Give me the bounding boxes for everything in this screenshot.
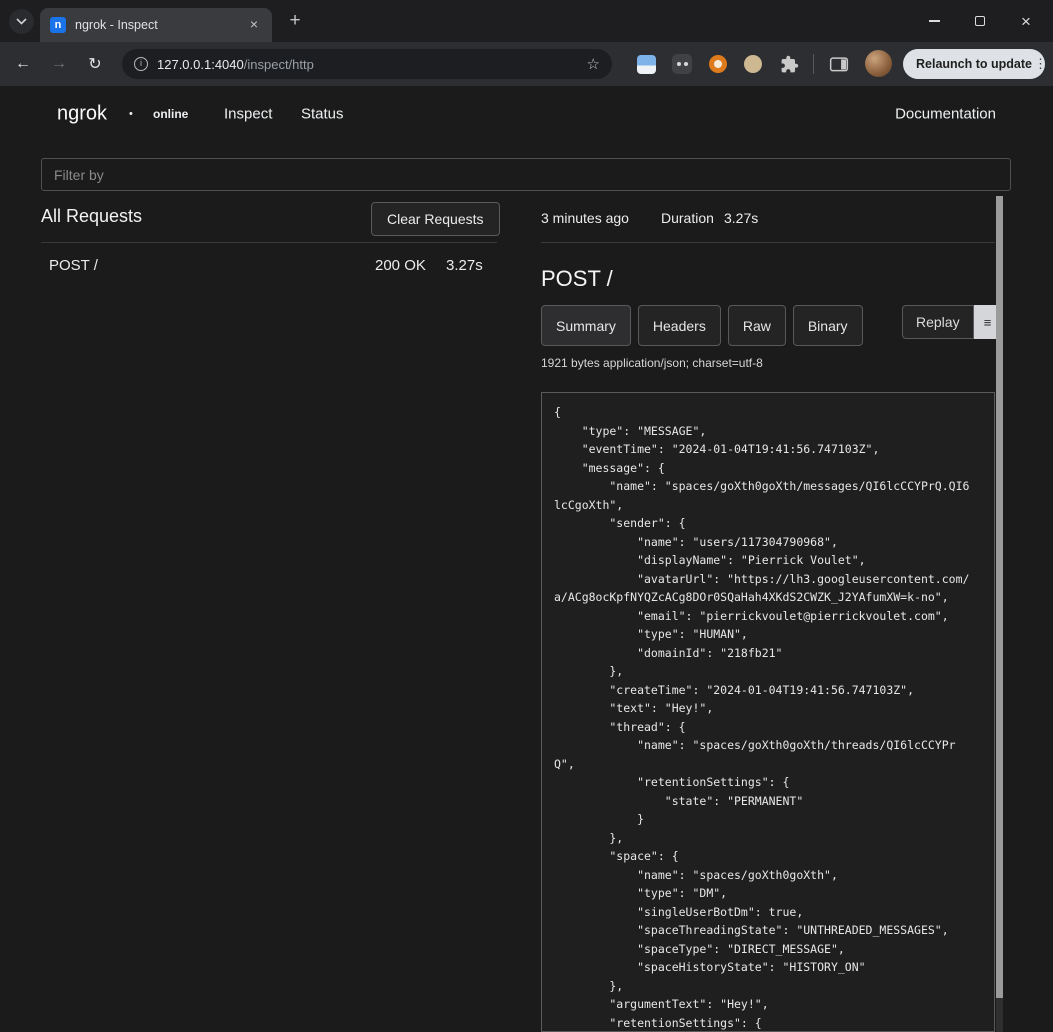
request-body-json: { "type": "MESSAGE", "eventTime": "2024-…: [554, 403, 982, 1032]
puzzle-icon: [780, 55, 799, 74]
address-bar[interactable]: i 127.0.0.1:4040/inspect/http ☆: [122, 49, 612, 79]
tab-raw[interactable]: Raw: [728, 305, 786, 346]
online-status-dot: •: [129, 108, 133, 120]
replay-options-icon: ≡: [984, 315, 992, 330]
reload-button[interactable]: ↻: [81, 50, 109, 78]
tab-search-button[interactable]: [9, 9, 34, 34]
request-body-block: { "type": "MESSAGE", "eventTime": "2024-…: [541, 392, 995, 1032]
site-info-icon[interactable]: i: [134, 57, 148, 71]
side-panel-icon: [829, 55, 849, 73]
replay-split-button: Replay ≡: [902, 305, 1002, 339]
tab-title: ngrok - Inspect: [75, 18, 246, 32]
right-panel-divider: [541, 242, 995, 243]
request-duration: 3.27s: [446, 257, 483, 274]
browser-window: n ngrok - Inspect × + × ← → ↻ i 127.0.0.…: [0, 0, 1053, 1032]
browser-tab-strip: n ngrok - Inspect × + ×: [0, 0, 1053, 42]
browser-tab[interactable]: n ngrok - Inspect ×: [40, 8, 272, 42]
documentation-link[interactable]: Documentation: [895, 105, 996, 122]
orange-ring-icon: [709, 55, 727, 73]
extension-photos-icon[interactable]: [634, 52, 658, 76]
forward-button[interactable]: →: [45, 50, 73, 78]
back-button[interactable]: ←: [9, 50, 37, 78]
maximize-icon: [975, 16, 985, 26]
url-path: /inspect/http: [244, 57, 314, 72]
maximize-button[interactable]: [957, 0, 1003, 42]
ngrok-logo: ngrok: [57, 102, 107, 125]
browser-menu-icon[interactable]: ⋮: [1032, 56, 1053, 72]
nav-status[interactable]: Status: [301, 105, 344, 122]
dark-glasses-icon: [672, 54, 692, 74]
ngrok-favicon-icon: n: [50, 17, 66, 33]
request-time-ago: 3 minutes ago: [541, 210, 629, 226]
extension-glasses-icon[interactable]: [670, 52, 694, 76]
tab-binary[interactable]: Binary: [793, 305, 863, 346]
replay-button[interactable]: Replay: [902, 305, 974, 339]
side-panel-button[interactable]: [827, 52, 851, 76]
tab-close-icon[interactable]: ×: [246, 17, 262, 33]
tab-headers[interactable]: Headers: [638, 305, 721, 346]
left-panel-divider: [41, 242, 497, 243]
close-icon: ×: [1021, 13, 1031, 30]
detail-title: POST /: [541, 266, 613, 292]
url-host: 127.0.0.1:4040: [157, 57, 244, 72]
online-status-label: online: [153, 107, 188, 121]
url-text: 127.0.0.1:4040/inspect/http: [157, 57, 579, 72]
new-tab-button[interactable]: +: [283, 10, 307, 34]
tab-summary[interactable]: Summary: [541, 305, 631, 346]
detail-scrollbar-track[interactable]: [996, 196, 1003, 1032]
relaunch-to-update-button[interactable]: Relaunch to update ⋮: [903, 49, 1045, 79]
all-requests-title: All Requests: [41, 206, 142, 227]
extension-orange-ring-icon[interactable]: [706, 52, 730, 76]
blue-image-icon: [637, 55, 656, 74]
filter-input[interactable]: [41, 158, 1011, 191]
request-method-path[interactable]: POST /: [49, 257, 98, 274]
content-meta: 1921 bytes application/json; charset=utf…: [541, 356, 763, 370]
nav-inspect[interactable]: Inspect: [224, 105, 272, 122]
browser-toolbar: ← → ↻ i 127.0.0.1:4040/inspect/http ☆: [0, 42, 1053, 86]
duration-label: Duration: [661, 210, 714, 226]
bookmark-star-icon[interactable]: ☆: [587, 55, 600, 73]
profile-avatar[interactable]: [865, 50, 892, 77]
request-status: 200 OK: [375, 257, 426, 274]
toolbar-separator: [813, 54, 814, 74]
ngrok-header: ngrok • online Inspect Status Documentat…: [0, 86, 1053, 141]
minimize-button[interactable]: [911, 0, 957, 42]
extension-tan-circle-icon[interactable]: [741, 52, 765, 76]
tan-circle-icon: [744, 55, 762, 73]
detail-tabs: Summary Headers Raw Binary: [541, 305, 863, 346]
chevron-down-icon: [16, 18, 27, 25]
relaunch-label: Relaunch to update: [903, 57, 1032, 71]
window-controls: ×: [911, 0, 1049, 42]
close-button[interactable]: ×: [1003, 0, 1049, 42]
minimize-icon: [929, 20, 940, 22]
duration-value: 3.27s: [724, 210, 758, 226]
detail-scrollbar-thumb[interactable]: [996, 196, 1003, 998]
clear-requests-button[interactable]: Clear Requests: [371, 202, 500, 236]
extensions-menu-button[interactable]: [777, 52, 801, 76]
